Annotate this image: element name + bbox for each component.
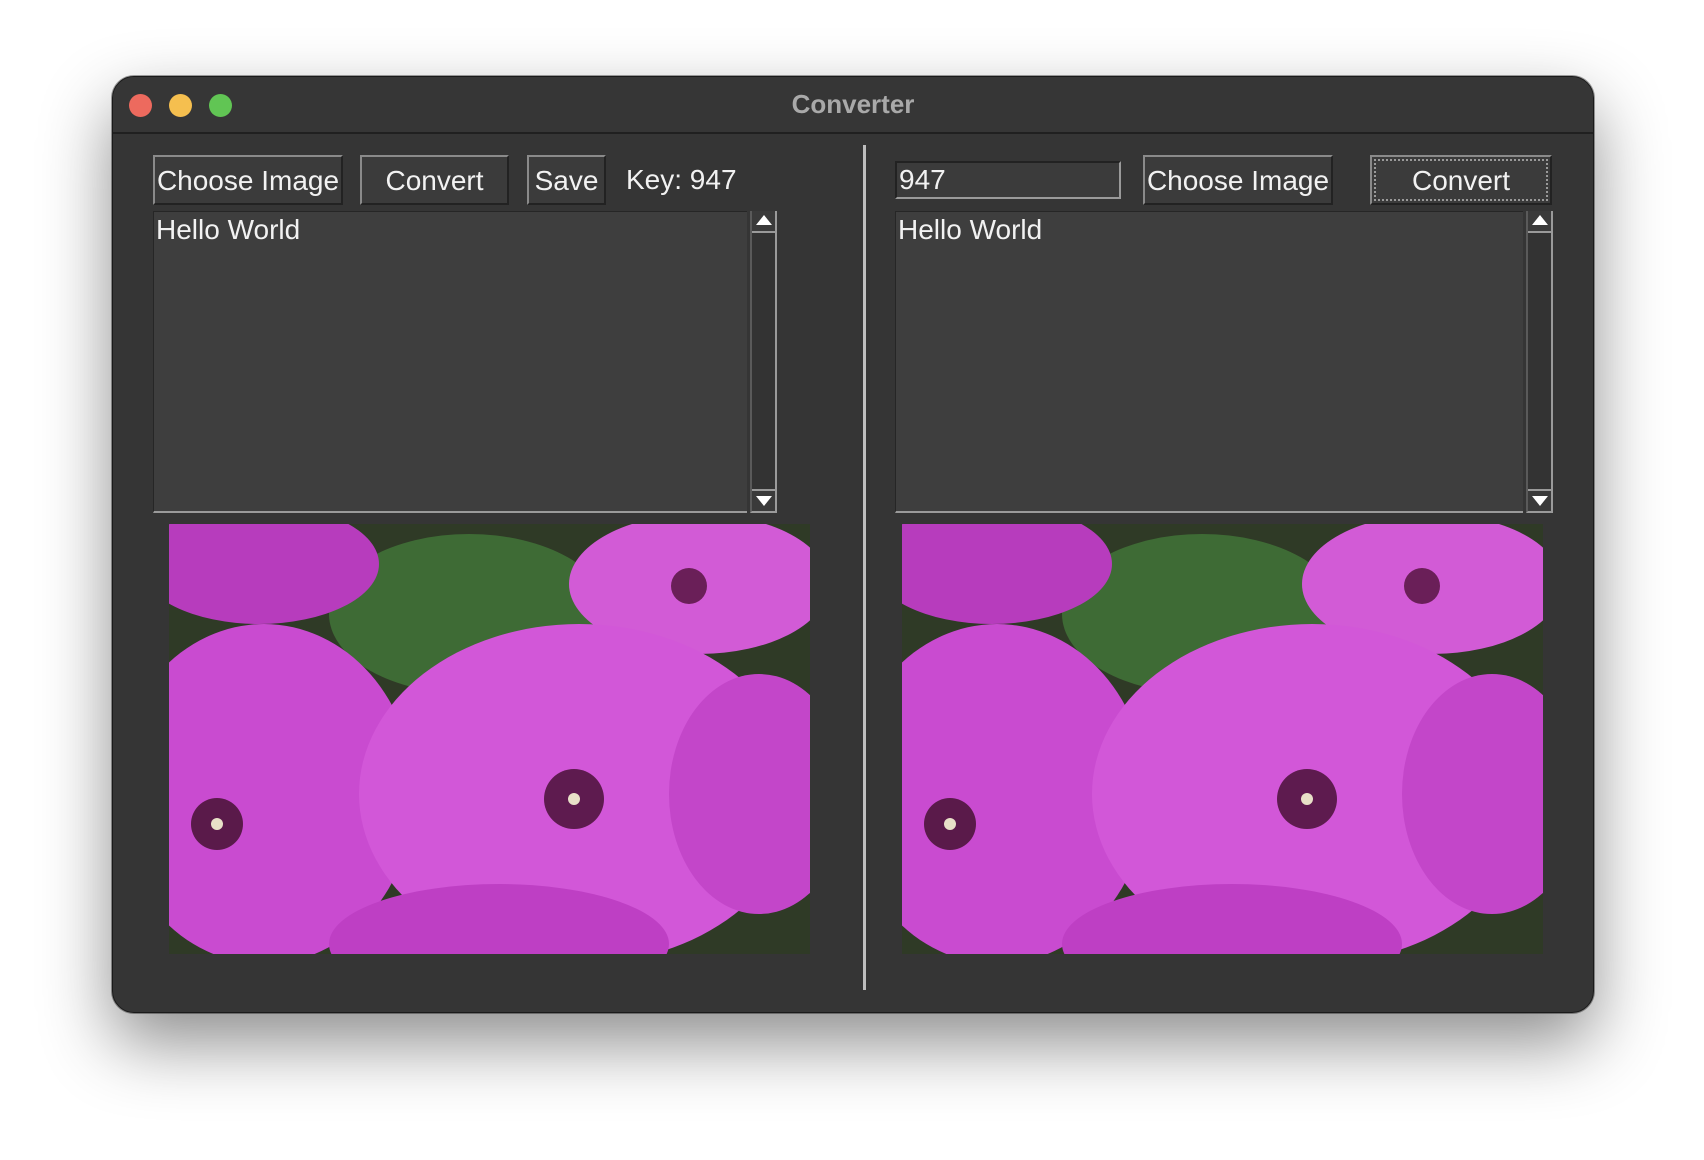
right-text-area[interactable]: Hello World (895, 211, 1523, 513)
left-image-preview (169, 524, 810, 954)
right-choose-image-button[interactable]: Choose Image (1143, 155, 1333, 205)
scroll-down-arrow-icon[interactable] (752, 489, 775, 511)
right-image-preview (902, 524, 1543, 954)
title-bar: Converter (113, 77, 1593, 134)
right-scrollbar[interactable] (1526, 211, 1553, 513)
right-convert-button[interactable]: Convert (1370, 155, 1552, 205)
left-choose-image-button[interactable]: Choose Image (153, 155, 343, 205)
scroll-down-arrow-icon[interactable] (1528, 489, 1551, 511)
scroll-up-arrow-icon[interactable] (1528, 211, 1551, 233)
flower-photo (169, 524, 810, 954)
converter-window: Converter Choose Image Convert Save Key:… (112, 76, 1594, 1013)
flower-photo (902, 524, 1543, 954)
key-input[interactable]: 947 (895, 161, 1121, 199)
panel-divider (863, 145, 866, 990)
scroll-up-arrow-icon[interactable] (752, 211, 775, 233)
left-convert-button[interactable]: Convert (360, 155, 509, 205)
left-scrollbar[interactable] (750, 211, 777, 513)
save-button[interactable]: Save (527, 155, 606, 205)
window-title: Converter (791, 89, 915, 119)
left-text-area[interactable]: Hello World (153, 211, 747, 513)
key-label: Key: 947 (626, 164, 737, 195)
